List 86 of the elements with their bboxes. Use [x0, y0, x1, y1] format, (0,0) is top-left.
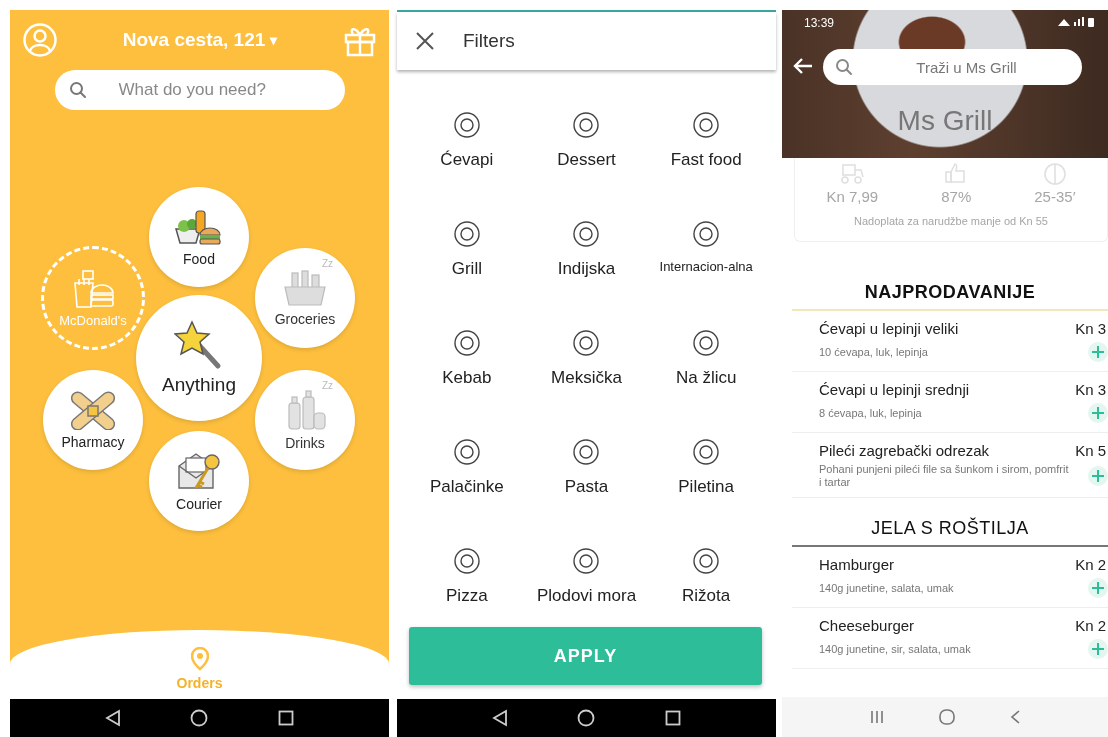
dish-name: Pileći zagrebački odrezak [819, 442, 991, 459]
dish-price: Kn 3 [1075, 320, 1107, 337]
dish-price: Kn 2 [1075, 556, 1107, 573]
plus-icon [1092, 346, 1104, 358]
plus-icon [1092, 470, 1104, 482]
dish-icon[interactable] [451, 437, 482, 467]
surcharge-note: Nadoplata za narudžbe manje od Kn 55 [854, 215, 1048, 227]
filter-option[interactable]: Dessert [557, 150, 616, 170]
scooter-icon [839, 162, 866, 186]
search-field[interactable]: What do you need? [54, 70, 345, 110]
category-circle[interactable]: Courier [149, 431, 249, 531]
category-circle[interactable]: Zz Groceries [255, 248, 355, 348]
envelope-key-icon [176, 450, 222, 492]
dish-icon[interactable] [691, 110, 722, 140]
section-heading: JELA S ROŠTILJA [792, 518, 1108, 547]
dish-icon[interactable] [691, 328, 722, 358]
filter-option[interactable]: Na žlicu [675, 368, 737, 388]
filter-option[interactable]: Internacion-alna [658, 259, 755, 275]
filter-option[interactable]: Palačinke [429, 477, 504, 497]
recents-icon[interactable] [665, 710, 682, 726]
category-circle[interactable]: Food [149, 187, 249, 287]
back-icon[interactable] [491, 709, 508, 727]
dish-description: 140g junetine, sir, salata, umak [819, 641, 972, 657]
category-circle[interactable]: Anything [136, 295, 262, 421]
filter-option[interactable]: Ćevapi [440, 150, 494, 170]
section-heading: NAJPRODAVANIJE [792, 282, 1108, 311]
home-icon[interactable] [190, 709, 209, 727]
dish-name: Ćevapi u lepinji veliki [819, 320, 960, 337]
dish-icon[interactable] [691, 546, 722, 576]
dish-icon[interactable] [451, 328, 482, 358]
close-icon[interactable] [415, 31, 435, 51]
status-time: 13:39 [804, 16, 835, 30]
filter-option[interactable]: Indijska [557, 259, 616, 279]
category-circle[interactable]: Zz Drinks [255, 370, 355, 470]
dish-icon[interactable] [571, 110, 602, 140]
dish-name: Hamburger [819, 556, 896, 573]
search-icon [68, 81, 87, 99]
rating: 87% [941, 188, 972, 205]
filter-option[interactable]: Meksička [551, 368, 622, 388]
delivery-fee: Kn 7,99 [826, 188, 879, 205]
filter-option[interactable]: Fast food [670, 150, 742, 170]
dish-icon[interactable] [691, 437, 722, 467]
back-arrow-icon[interactable] [792, 57, 814, 75]
search-field[interactable]: Traži u Ms Grill [823, 49, 1082, 85]
plus-icon [1092, 643, 1104, 655]
recents-icon[interactable] [278, 710, 295, 726]
filter-option[interactable]: Pasta [564, 477, 609, 497]
home-icon[interactable] [577, 709, 596, 727]
plus-icon [1092, 407, 1104, 419]
filter-option[interactable]: Rižota [682, 586, 731, 606]
delivery-time: 25-35′ [1034, 188, 1076, 205]
dish-icon[interactable] [451, 546, 482, 576]
dish-price: Kn 5 [1075, 442, 1107, 459]
dish-price: Kn 2 [1075, 617, 1107, 634]
dish-description: Pohani punjeni pileći file sa šunkom i sirom, pomfrit i tartar [819, 463, 1070, 489]
burger-fries-icon [71, 268, 115, 309]
sleep-mark: Zz [321, 380, 333, 391]
filter-option[interactable]: Pizza [446, 586, 488, 606]
filter-option[interactable]: Grill [451, 259, 482, 279]
clock-icon [1041, 162, 1068, 186]
filter-option[interactable]: Piletina [678, 477, 735, 497]
restaurant-name: Ms Grill [896, 105, 994, 137]
plus-icon [1092, 582, 1104, 594]
dish-icon[interactable] [571, 328, 602, 358]
back-icon[interactable] [104, 709, 121, 727]
food-icon [174, 207, 224, 247]
basket-icon [282, 269, 328, 307]
dish-name: Cheeseburger [819, 617, 916, 634]
filter-option[interactable]: Plodovi mora [536, 586, 637, 606]
dish-icon[interactable] [571, 546, 602, 576]
sleep-mark: Zz [321, 258, 333, 269]
dish-description: 8 ćevapa, luk, lepinja [819, 405, 923, 421]
dish-icon[interactable] [571, 219, 602, 249]
dish-icon[interactable] [451, 219, 482, 249]
category-circle[interactable]: Pharmacy [43, 370, 143, 470]
dish-icon[interactable] [691, 219, 722, 249]
dish-icon[interactable] [571, 437, 602, 467]
dish-name: Ćevapi u lepinji srednji [819, 381, 971, 398]
filter-option[interactable]: Kebab [442, 368, 492, 388]
bandage-icon [71, 390, 115, 430]
filters-title: Filters [463, 30, 515, 52]
search-icon [835, 58, 853, 76]
dish-price: Kn 3 [1075, 381, 1107, 398]
dish-description: 140g junetine, salata, umak [819, 580, 955, 596]
dish-icon[interactable] [451, 110, 482, 140]
dish-description: 10 ćevapa, luk, lepinja [819, 344, 929, 360]
